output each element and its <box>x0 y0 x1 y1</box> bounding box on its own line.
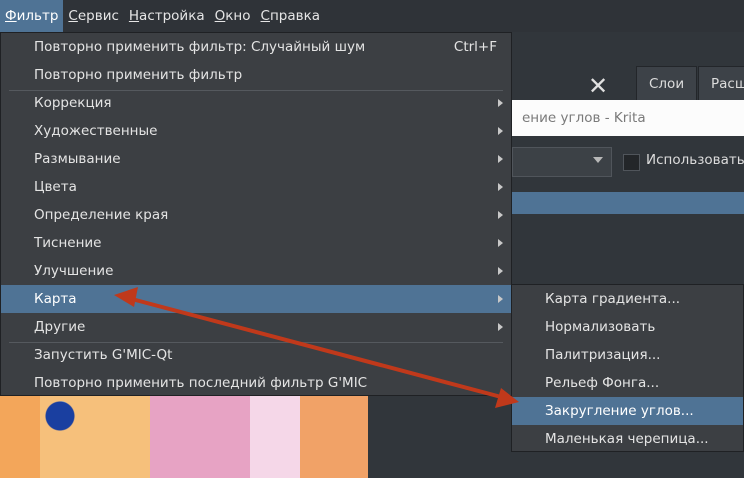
submenu-item-label: Нормализовать <box>545 319 656 335</box>
chevron-down-icon <box>593 157 603 163</box>
menubar: Фильтр Сервис Настройка Окно Справка <box>0 0 744 32</box>
menu-item-label: Повторно применить фильтр: Случайный шум <box>34 39 366 55</box>
menu-label-rest: кно <box>225 8 251 24</box>
filter-menu: Повторно применить фильтр: Случайный шум… <box>0 32 512 396</box>
menu-window-label: Окно <box>215 8 251 24</box>
menu-item-correction[interactable]: Коррекция <box>1 89 511 117</box>
menu-help[interactable]: Справка <box>256 0 326 32</box>
menu-item-run-gmic[interactable]: Запустить G'MIC-Qt <box>1 341 511 369</box>
menu-service-label: Сервис <box>68 8 118 24</box>
menu-item-other[interactable]: Другие <box>1 313 511 341</box>
tab-layers[interactable]: Слои <box>636 66 698 101</box>
submenu-item-gradient-map[interactable]: Карта градиента... <box>512 285 743 313</box>
chevron-right-icon <box>498 267 503 275</box>
menu-label-rest: ильтр <box>16 8 59 24</box>
chevron-right-icon <box>498 211 503 219</box>
menu-settings[interactable]: Настройка <box>124 0 210 32</box>
chevron-right-icon <box>498 183 503 191</box>
menu-item-reapply-gmic[interactable]: Повторно применить последний фильтр G'MI… <box>1 369 511 397</box>
menu-item-label: Повторно применить последний фильтр G'MI… <box>34 375 368 391</box>
menu-label-rest: астройка <box>139 8 205 24</box>
submenu-item-label: Закругление углов... <box>545 403 694 419</box>
menu-label-rest: ервис <box>77 8 119 24</box>
chevron-right-icon <box>498 295 503 303</box>
map-submenu: Карта градиента... Нормализовать Палитри… <box>511 284 744 452</box>
submenu-item-label: Маленькая черепица... <box>545 431 709 447</box>
mnemonic-letter: О <box>214 8 226 24</box>
menu-service[interactable]: Сервис <box>63 0 123 32</box>
mnemonic-letter: Ф <box>5 8 17 24</box>
menu-item-map[interactable]: Карта <box>1 285 511 313</box>
mnemonic-letter: Н <box>128 8 140 24</box>
menu-item-label: Тиснение <box>34 235 102 251</box>
combo-box[interactable] <box>512 147 612 177</box>
mnemonic-letter: С <box>260 8 270 24</box>
menu-item-artistic[interactable]: Художественные <box>1 117 511 145</box>
submenu-item-label: Карта градиента... <box>545 291 681 307</box>
chevron-right-icon <box>498 99 503 107</box>
menu-item-label: Коррекция <box>34 95 112 111</box>
mnemonic-letter: С <box>68 8 78 24</box>
menu-item-label: Художественные <box>34 123 158 139</box>
selected-layer-row[interactable] <box>512 192 744 214</box>
use-checkbox[interactable] <box>623 154 640 171</box>
menu-item-edge-detection[interactable]: Определение края <box>1 201 511 229</box>
image-canvas[interactable] <box>0 396 368 478</box>
submenu-item-small-tiles[interactable]: Маленькая черепица... <box>512 425 743 453</box>
menu-item-label: Запустить G'MIC-Qt <box>34 347 173 363</box>
menu-item-label: Цвета <box>34 179 77 195</box>
submenu-item-label: Рельеф Фонга... <box>545 375 660 391</box>
submenu-item-label: Палитризация... <box>545 347 661 363</box>
menu-item-blur[interactable]: Размывание <box>1 145 511 173</box>
submenu-item-round-corners[interactable]: Закругление углов... <box>512 397 743 425</box>
menu-item-label: Размывание <box>34 151 121 167</box>
menu-label-rest: правка <box>269 8 321 24</box>
chevron-right-icon <box>498 155 503 163</box>
chevron-right-icon <box>498 127 503 135</box>
menu-help-label: Справка <box>261 8 321 24</box>
submenu-item-phong-bumpmap[interactable]: Рельеф Фонга... <box>512 369 743 397</box>
window-title: ение углов - Krita <box>512 100 744 136</box>
submenu-item-normalize[interactable]: Нормализовать <box>512 313 743 341</box>
menu-item-label: Определение края <box>34 207 169 223</box>
menu-window[interactable]: Окно <box>210 0 256 32</box>
menu-item-label: Карта <box>34 291 77 307</box>
checkbox-label: Использовать <box>646 152 744 168</box>
chevron-right-icon <box>498 323 503 331</box>
menu-item-emboss[interactable]: Тиснение <box>1 229 511 257</box>
shortcut-label: Ctrl+F <box>453 39 497 55</box>
menu-filter[interactable]: Фильтр <box>0 0 64 32</box>
menu-item-reapply-random-noise[interactable]: Повторно применить фильтр: Случайный шум… <box>1 33 511 61</box>
chevron-right-icon <box>498 239 503 247</box>
menu-item-reapply-filter[interactable]: Повторно применить фильтр <box>1 61 511 89</box>
menu-item-label: Другие <box>34 319 86 335</box>
menu-item-colors[interactable]: Цвета <box>1 173 511 201</box>
menu-item-label: Улучшение <box>34 263 114 279</box>
tab-extensions[interactable]: Расш <box>698 66 744 101</box>
menu-filter-mnemonic: Фильтр <box>5 8 58 24</box>
menu-item-label: Повторно применить фильтр <box>34 67 243 83</box>
submenu-item-palettize[interactable]: Палитризация... <box>512 341 743 369</box>
close-icon[interactable]: ✕ <box>588 74 608 98</box>
menu-item-enhance[interactable]: Улучшение <box>1 257 511 285</box>
menu-settings-label: Настройка <box>129 8 205 24</box>
